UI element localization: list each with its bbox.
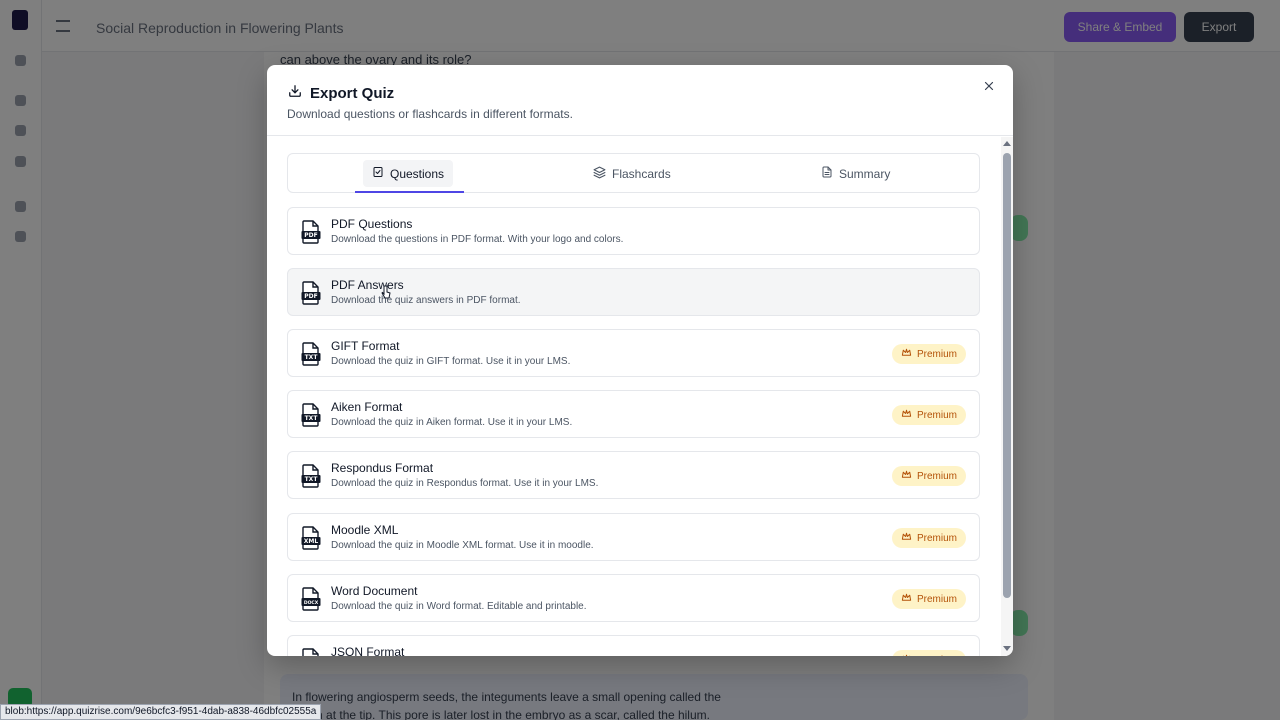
crown-icon [901, 347, 912, 361]
option-title: Respondus Format [331, 461, 434, 475]
svg-text:PDF: PDF [304, 293, 317, 300]
scroll-down-arrow[interactable] [1003, 646, 1011, 651]
option-description: Download the questions in PDF format. Wi… [331, 234, 624, 245]
crown-icon [901, 592, 912, 606]
dialog-header: Export Quiz Download questions or flashc… [267, 65, 1013, 136]
active-tab-indicator [355, 191, 464, 193]
tab-label: Questions [390, 166, 445, 181]
dialog-subtitle: Download questions or flashcards in diff… [287, 107, 573, 121]
option-title: Word Document [331, 584, 418, 598]
download-icon [288, 84, 302, 103]
crown-icon [901, 408, 912, 422]
option-description: Download the quiz in Respondus format. U… [331, 478, 599, 489]
browser-status-url: blob:https://app.quizrise.com/9e6bcfc3-f… [0, 704, 322, 720]
mouse-cursor-icon [381, 285, 391, 304]
option-title: GIFT Format [331, 339, 400, 353]
tab-flashcards[interactable]: Flashcards [584, 160, 680, 187]
option-title: Moodle XML [331, 523, 399, 537]
layers-icon [593, 166, 606, 182]
tab-label: Flashcards [612, 166, 671, 181]
badge-label: Premium [917, 655, 957, 657]
premium-badge: Premium [891, 344, 966, 364]
txt-file-icon: TXT [301, 403, 321, 432]
crown-icon [901, 531, 912, 545]
option-description: Download the quiz in GIFT format. Use it… [331, 356, 571, 367]
svg-text:PDF: PDF [304, 232, 317, 239]
svg-text:TXT: TXT [305, 415, 319, 422]
tab-summary[interactable]: Summary [812, 160, 899, 187]
export-option-moodle-xml[interactable]: XML Moodle XML Download the quiz in Moodle… [287, 513, 980, 561]
export-tabs: Questions Flashcards Summary [287, 153, 980, 193]
svg-text:DOCX: DOCX [304, 600, 319, 606]
docx-file-icon: DOCX [301, 587, 321, 616]
crown-icon [901, 653, 912, 656]
option-description: Download the quiz answers in PDF format. [331, 295, 521, 306]
export-option-aiken-format[interactable]: TXT Aiken Format Download the quiz in Aike… [287, 390, 980, 438]
badge-label: Premium [916, 593, 957, 605]
option-title: PDF Questions [331, 217, 413, 231]
option-description: Download the quiz in Aiken format. Use i… [331, 417, 573, 428]
svg-text:XML: XML [304, 538, 319, 545]
badge-label: Premium [916, 470, 957, 482]
tab-questions[interactable]: Questions [363, 160, 454, 187]
export-option-pdf-questions[interactable]: PDF PDF Questions Download the questions i… [287, 207, 980, 255]
scroll-up-arrow[interactable] [1003, 141, 1011, 146]
badge-label: Premium [916, 348, 957, 360]
svg-text:TXT: TXT [305, 476, 319, 483]
option-description: Download the quiz in Word format. Editab… [331, 601, 587, 612]
pdf-file-icon: PDF [301, 281, 321, 310]
badge-label: Premium [916, 532, 957, 544]
crown-icon [901, 469, 912, 483]
premium-badge: Premium [891, 650, 966, 657]
premium-badge: Premium [891, 466, 966, 486]
premium-badge: Premium [891, 405, 966, 425]
premium-badge: Premium [891, 528, 966, 548]
dialog-body[interactable]: Questions Flashcards Summary PDF PDF Que… [267, 137, 1001, 656]
txt-file-icon: TXT [301, 342, 321, 371]
badge-label: Premium [916, 409, 957, 421]
premium-badge: Premium [891, 589, 966, 609]
tab-label: Summary [839, 166, 891, 181]
option-description: Download the quiz in Moodle XML format. … [331, 540, 594, 551]
checklist-icon [372, 166, 384, 181]
export-quiz-dialog: Export Quiz Download questions or flashc… [267, 65, 1013, 656]
xml-file-icon: XML [301, 526, 321, 555]
export-option-word-document[interactable]: DOCX Word Document Download the quiz in Wo… [287, 574, 980, 622]
document-icon [821, 166, 833, 181]
dialog-title-row: Export Quiz [288, 84, 394, 103]
svg-text:TXT: TXT [305, 354, 319, 361]
scrollbar-thumb[interactable] [1003, 153, 1011, 598]
export-option-json-format[interactable]: JSON JSON Format Premium [287, 635, 980, 656]
export-option-pdf-answers[interactable]: PDF PDF Answers Download the quiz answers … [287, 268, 980, 316]
option-title: PDF Answers [331, 278, 404, 292]
close-button[interactable] [979, 78, 999, 98]
dialog-title: Export Quiz [310, 85, 395, 102]
json-file-icon: JSON [301, 648, 321, 656]
txt-file-icon: TXT [301, 464, 321, 493]
export-option-gift-format[interactable]: TXT GIFT Format Download the quiz in GIFT … [287, 329, 980, 377]
close-icon[interactable] [983, 79, 995, 97]
export-option-respondus-format[interactable]: TXT Respondus Format Download the quiz in … [287, 451, 980, 499]
pdf-file-icon: PDF [301, 220, 321, 249]
option-title: Aiken Format [331, 400, 403, 414]
option-title: JSON Format [331, 645, 405, 656]
